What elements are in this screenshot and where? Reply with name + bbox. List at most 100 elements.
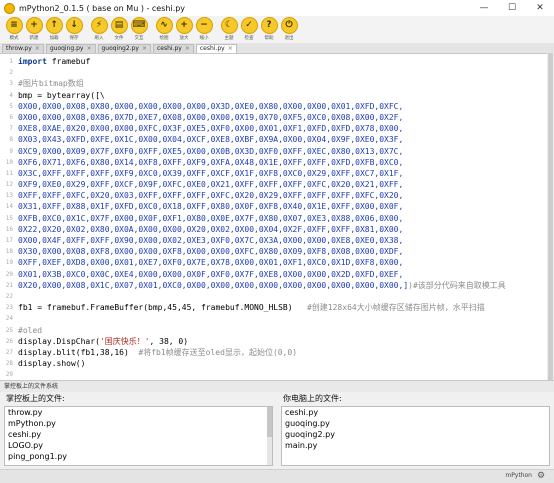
line-number: 9: [9, 147, 13, 155]
file-list-item[interactable]: ceshi.py: [282, 407, 549, 418]
code-line[interactable]: 25 #oled: [6, 325, 547, 336]
gear-icon[interactable]: ⚙: [537, 471, 547, 481]
zoom-in-button[interactable]: + 放大: [174, 16, 194, 43]
code-line[interactable]: 12 0XF9,0XE0,0X29,0XFF,0XCF,0X9F,0XFC,0XE…: [6, 179, 547, 190]
code-line[interactable]: 10 0XF6,0X71,0XF6,0X80,0X14,0XF8,0XFF,0XF…: [6, 157, 547, 168]
code-line[interactable]: 26 display.DispChar('国庆快乐！', 38, 0): [6, 336, 547, 347]
file-list-item[interactable]: guoqing.py: [282, 418, 549, 429]
editor-scrollbar-thumb[interactable]: [548, 53, 553, 380]
editor-scrollbar[interactable]: [547, 53, 554, 380]
code-text: display.blit(fb1,38,16) #将fb1帧缓存送至oled显示…: [18, 347, 298, 357]
file-list-item[interactable]: ping_pong1.py: [5, 451, 272, 462]
line-number: 4: [9, 91, 13, 99]
quit-button[interactable]: ⏻ 退出: [279, 16, 299, 43]
files-label: 文件: [114, 35, 124, 41]
zoom-out-button[interactable]: − 缩小: [194, 16, 214, 43]
code-line[interactable]: 22: [6, 291, 547, 302]
code-line[interactable]: 18 0X30,0X00,0X08,0XF8,0X00,0X00,0XF8,0X0…: [6, 246, 547, 257]
tab-close-icon[interactable]: ×: [35, 45, 40, 53]
code-line[interactable]: 8 0X03,0X43,0XFD,0XFE,0X1C,0X00,0X04,0XCF…: [9, 134, 547, 145]
board-list-scrollbar-thumb[interactable]: [267, 407, 272, 437]
plotter-button[interactable]: ∿ 绘图: [154, 16, 174, 43]
tab-file[interactable]: ceshi.py ×: [195, 44, 237, 53]
line-number: 27: [5, 348, 13, 356]
code-line[interactable]: 16 0X22,0X20,0X02,0X80,0X0A,0X00,0X00,0X2…: [6, 224, 547, 235]
code-editor[interactable]: 1 import framebuf 2 3 #图片bitmap数组 4 bmp = byte…: [0, 53, 547, 380]
line-number: 20: [5, 270, 13, 278]
code-text: 0X01,0X3B,0XC0,0X0C,0XE4,0X00,0X00,0X0F,…: [18, 269, 404, 279]
board-file-list[interactable]: throw.py mPython.py ceshi.py LOGO.py ping_po…: [4, 406, 273, 466]
code-area[interactable]: 1 import framebuf 2 3 #图片bitmap数组 4 bmp = byte…: [6, 56, 547, 380]
code-line[interactable]: 29: [6, 369, 547, 380]
code-line[interactable]: 27 display.blit(fb1,38,16) #将fb1帧缓存送至oled…: [6, 347, 547, 358]
file-system-title: 掌控板上的文件系统: [0, 380, 554, 392]
help-button[interactable]: ? 帮助: [259, 16, 279, 43]
code-text: 0X03,0X43,0XFD,0XFE,0X1C,0X00,0X04,0XCF,…: [18, 135, 404, 145]
code-line[interactable]: 4 bmp = bytearray([\: [9, 90, 547, 101]
mode-button[interactable]: ≡ 模式: [4, 16, 24, 43]
file-list-item[interactable]: main.py: [282, 440, 549, 451]
file-list-item[interactable]: ceshi.py: [5, 429, 272, 440]
check-label: 检查: [244, 35, 254, 41]
code-line[interactable]: 15 0XFB,0XC0,0X1C,0X7F,0X00,0X0F,0XF1,0X8…: [6, 213, 547, 224]
code-text: 0XE8,0XAE,0X20,0X00,0X00,0XFC,0X3F,0XE5,…: [18, 124, 404, 134]
mode-indicator[interactable]: mPython: [505, 472, 532, 479]
maximize-button[interactable]: ☐: [498, 0, 526, 16]
tab-close-icon[interactable]: ×: [86, 45, 91, 53]
close-button[interactable]: ✕: [526, 0, 554, 16]
code-line[interactable]: 1 import framebuf: [9, 56, 547, 67]
line-number: 29: [5, 371, 13, 379]
pc-file-list[interactable]: ceshi.py guoqing.py guoqing2.py main.py: [281, 406, 550, 466]
quit-icon: ⏻: [280, 17, 298, 34]
tab-file[interactable]: ceshi.py ×: [152, 44, 194, 53]
code-line[interactable]: 6 0X00,0X00,0X08,0X86,0X7D,0XE7,0X08,0X00…: [9, 112, 547, 123]
mode-icon: ≡: [5, 17, 23, 34]
file-list-item[interactable]: guoqing2.py: [282, 429, 549, 440]
new-button[interactable]: + 新建: [24, 16, 44, 43]
code-text: 0X22,0X20,0X02,0X80,0X0A,0X00,0X00,0X20,…: [18, 224, 404, 234]
code-line[interactable]: 19 0XFF,0XEF,0XD8,0X00,0X01,0XE7,0XF0,0X7…: [6, 257, 547, 268]
check-icon: ✓: [240, 17, 258, 34]
code-line[interactable]: 2: [9, 67, 547, 78]
tab-file[interactable]: guoqing2.py ×: [97, 44, 151, 53]
zoom-out-icon: −: [195, 17, 213, 34]
line-number: 26: [5, 337, 13, 345]
tab-close-icon[interactable]: ×: [142, 45, 147, 53]
code-line[interactable]: 28 display.show(): [6, 358, 547, 369]
save-button[interactable]: ↓ 保存: [64, 16, 84, 43]
file-list-item[interactable]: LOGO.py: [5, 440, 272, 451]
load-button[interactable]: ↑ 加载: [44, 16, 64, 43]
code-line[interactable]: 9 0XC9,0X00,0X09,0X7F,0XF0,0XFF,0XE5,0X00…: [9, 146, 547, 157]
code-text: display.DispChar('国庆快乐！', 38, 0): [18, 336, 189, 346]
tab-file[interactable]: throw.py ×: [2, 44, 44, 53]
code-line[interactable]: 5 0X00,0X00,0X08,0X80,0X00,0X00,0X00,0X00…: [9, 101, 547, 112]
file-list-item[interactable]: throw.py: [5, 407, 272, 418]
minimize-button[interactable]: —: [470, 0, 498, 16]
code-line[interactable]: 20 0X01,0X3B,0XC0,0X0C,0XE4,0X00,0X00,0X0…: [6, 269, 547, 280]
code-line[interactable]: 13 0XFF,0XFF,0XFC,0X20,0X03,0XFF,0XFF,0XF…: [6, 190, 547, 201]
line-number: 10: [5, 158, 13, 166]
code-line[interactable]: 11 0X3C,0XFF,0XFF,0XFF,0XF9,0XC0,0X39,0XF…: [6, 168, 547, 179]
theme-button[interactable]: ☾ 主题: [219, 16, 239, 43]
repl-button[interactable]: ⌨ 交互: [129, 16, 149, 43]
board-list-scrollbar[interactable]: [267, 407, 272, 465]
flash-label: 刷入: [94, 35, 104, 41]
tab-close-icon[interactable]: ×: [228, 45, 233, 53]
line-number: 6: [9, 113, 13, 121]
app-logo-icon: [4, 2, 15, 14]
code-line[interactable]: 24: [6, 313, 547, 324]
check-button[interactable]: ✓ 检查: [239, 16, 259, 43]
tab-close-icon[interactable]: ×: [185, 45, 190, 53]
code-line[interactable]: 23 fb1 = framebuf.FrameBuffer(bmp,45,45, …: [6, 302, 547, 313]
code-text: 0X3C,0XFF,0XFF,0XFF,0XF9,0XC0,0X39,0XFF,…: [18, 168, 404, 178]
zoom-out-label: 缩小: [199, 35, 209, 41]
code-line[interactable]: 7 0XE8,0XAE,0X20,0X00,0X00,0XFC,0X3F,0XE5…: [9, 123, 547, 134]
tab-file[interactable]: guoqing.py ×: [45, 44, 96, 53]
code-line[interactable]: 3 #图片bitmap数组: [9, 78, 547, 89]
flash-button[interactable]: ⚡ 刷入: [89, 16, 109, 43]
code-line[interactable]: 21 0X20,0X00,0X08,0X1C,0X07,0X01,0XC0,0X0…: [6, 280, 547, 291]
files-button[interactable]: ▤ 文件: [109, 16, 129, 43]
file-list-item[interactable]: mPython.py: [5, 418, 272, 429]
code-line[interactable]: 17 0X00,0X4F,0XFF,0XFF,0X90,0X00,0X02,0XE…: [6, 235, 547, 246]
code-line[interactable]: 14 0X31,0XFF,0X88,0X1F,0XFD,0XC0,0X18,0XF…: [6, 201, 547, 212]
